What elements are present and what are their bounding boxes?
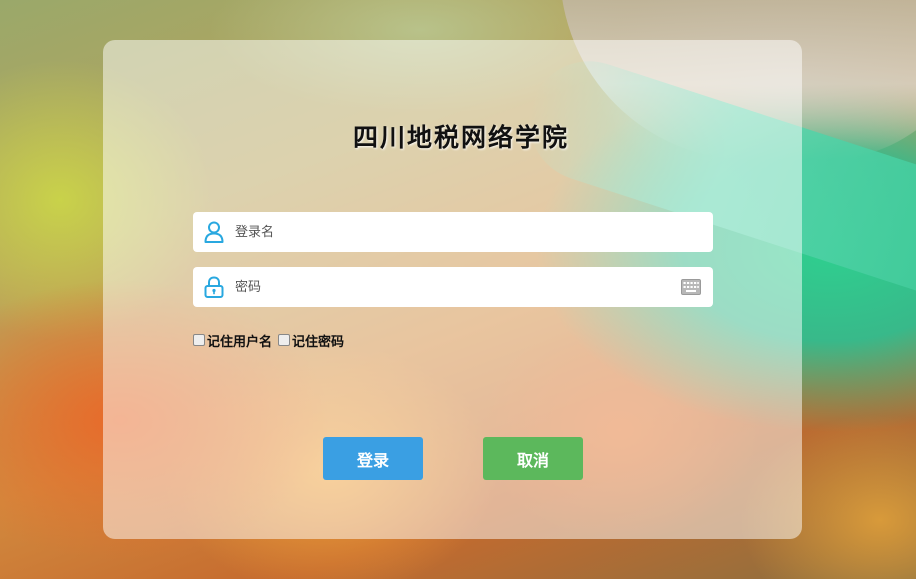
username-field[interactable] <box>193 212 713 252</box>
page-title: 四川地税网络学院 <box>0 118 916 154</box>
password-input[interactable] <box>235 267 665 307</box>
password-field[interactable] <box>193 267 713 307</box>
remember-password-option[interactable]: 记住密码 <box>278 331 344 350</box>
page-title-text: 四川地税网络学院 <box>352 123 569 152</box>
cancel-button[interactable]: 取消 <box>483 437 583 480</box>
username-input[interactable] <box>235 212 665 252</box>
login-button[interactable]: 登录 <box>323 437 423 480</box>
remember-password-checkbox[interactable] <box>278 334 291 346</box>
login-button-label: 登录 <box>356 450 389 470</box>
remember-options: 记住用户名 记住密码 <box>193 331 350 350</box>
remember-username-option[interactable]: 记住用户名 <box>193 331 272 350</box>
user-icon <box>204 221 224 243</box>
remember-username-label[interactable]: 记住用户名 <box>207 331 272 350</box>
keyboard-icon[interactable] <box>681 279 701 295</box>
remember-password-label[interactable]: 记住密码 <box>292 331 344 350</box>
remember-username-checkbox[interactable] <box>193 334 205 346</box>
lock-icon <box>204 276 224 298</box>
cancel-button-label: 取消 <box>516 450 549 470</box>
